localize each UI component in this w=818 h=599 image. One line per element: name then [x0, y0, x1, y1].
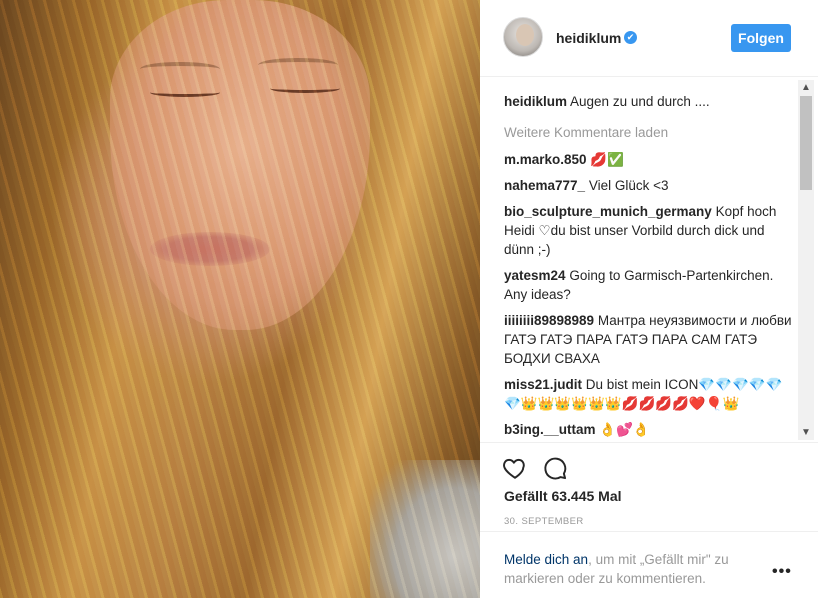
comment-item: yatesm24 Going to Garmisch-Partenkirchen… — [504, 266, 794, 304]
caption: heidiklum Augen zu und durch .... — [504, 92, 794, 111]
caption-username[interactable]: heidiklum — [504, 94, 567, 109]
post-actions: Gefällt 63.445 Mal 30. SEPTEMBER — [480, 442, 818, 543]
verified-badge-icon: ✔ — [624, 31, 637, 44]
more-options-icon[interactable]: ••• — [772, 563, 792, 581]
comment-icon[interactable] — [542, 455, 568, 481]
comments-list: heidiklum Augen zu und durch .... Weiter… — [504, 86, 794, 442]
heart-icon[interactable] — [502, 455, 528, 481]
comment-username[interactable]: m.marko.850 — [504, 152, 587, 167]
comment-item: nahema777_ Viel Glück <3 — [504, 176, 794, 195]
comment-item: miss21.judit Du bist mein ICON💎💎💎💎💎💎👑👑👑👑… — [504, 375, 794, 413]
comment-item: bio_sculpture_munich_germany Kopf hoch H… — [504, 202, 794, 259]
hair-texture — [0, 0, 480, 598]
comment-username[interactable]: b3ing.__uttam — [504, 422, 596, 437]
load-more-comments-link[interactable]: Weitere Kommentare laden — [504, 123, 794, 142]
login-link[interactable]: Melde dich an — [504, 552, 588, 567]
post-date: 30. SEPTEMBER — [504, 516, 584, 527]
login-footer: Melde dich an, um mit „Gefällt mir" zu m… — [480, 531, 818, 599]
post-side-panel: heidiklum ✔ Folgen heidiklum Augen zu un… — [480, 0, 818, 598]
comment-username[interactable]: nahema777_ — [504, 178, 585, 193]
likes-count[interactable]: Gefällt 63.445 Mal — [504, 488, 622, 504]
scrollbar-thumb[interactable] — [800, 96, 812, 190]
comment-item: b3ing.__uttam 👌💕👌 — [504, 420, 794, 439]
comment-username[interactable]: miss21.judit — [504, 377, 582, 392]
comment-text: Viel Glück <3 — [588, 178, 669, 193]
comment-username[interactable]: yatesm24 — [504, 268, 566, 283]
comments-scrollbar[interactable]: ▲ ▼ — [798, 80, 814, 440]
avatar[interactable] — [503, 17, 543, 57]
comment-item: iiiiiiii89898989 Мантра неуязвимости и л… — [504, 311, 794, 368]
comment-text: 💋✅ — [590, 152, 624, 167]
scroll-up-arrow-icon[interactable]: ▲ — [798, 80, 814, 95]
caption-text: Augen zu und durch .... — [570, 94, 710, 109]
comment-username[interactable]: bio_sculpture_munich_germany — [504, 204, 712, 219]
username-link[interactable]: heidiklum — [556, 30, 621, 46]
comment-username[interactable]: iiiiiiii89898989 — [504, 313, 594, 328]
scroll-down-arrow-icon[interactable]: ▼ — [798, 425, 814, 440]
post-photo[interactable] — [0, 0, 480, 598]
follow-button[interactable]: Folgen — [731, 24, 791, 52]
comment-item: m.marko.850 💋✅ — [504, 150, 794, 169]
comment-text: 👌💕👌 — [599, 422, 650, 437]
login-prompt: Melde dich an, um mit „Gefällt mir" zu m… — [504, 550, 764, 588]
post-header: heidiklum ✔ Folgen — [480, 0, 818, 77]
